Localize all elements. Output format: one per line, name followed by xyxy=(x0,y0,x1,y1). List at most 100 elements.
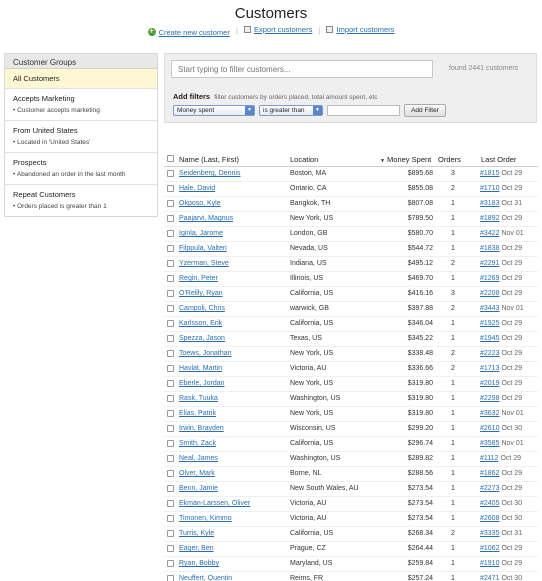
row-checkbox[interactable] xyxy=(167,305,174,312)
column-header-orders[interactable]: Orders xyxy=(438,155,461,164)
row-checkbox[interactable] xyxy=(167,230,174,237)
last-order-link[interactable]: #1862 xyxy=(480,470,499,477)
last-order-link[interactable]: #3183 xyxy=(480,200,499,207)
last-order-link[interactable]: #2273 xyxy=(480,485,499,492)
group-from-united-states[interactable]: From United States Located in 'United St… xyxy=(5,121,157,153)
customer-name-link[interactable]: Toews, Jonathan xyxy=(179,350,232,357)
select-all-checkbox[interactable] xyxy=(167,155,174,162)
group-accepts-marketing[interactable]: Accepts Marketing Customer accepts marke… xyxy=(5,89,157,121)
create-customer-link[interactable]: + Create new customer xyxy=(147,28,230,37)
filter-value-input[interactable] xyxy=(327,105,400,116)
customer-name-link[interactable]: O'Reilly, Ryan xyxy=(179,290,223,297)
customer-name-link[interactable]: Filppula, Valteri xyxy=(179,245,227,252)
last-order-link[interactable]: #2405 xyxy=(480,500,499,507)
row-checkbox[interactable] xyxy=(167,275,174,282)
row-checkbox[interactable] xyxy=(167,185,174,192)
customer-name-link[interactable]: Benn, Jamie xyxy=(179,485,218,492)
row-checkbox[interactable] xyxy=(167,290,174,297)
customer-name-link[interactable]: Irwin, Brayden xyxy=(179,425,224,432)
last-order-link[interactable]: #2019 xyxy=(480,380,499,387)
column-header-name[interactable]: Name (Last, First) xyxy=(179,155,239,164)
last-order-link[interactable]: #1713 xyxy=(480,365,499,372)
last-order-link[interactable]: #1710 xyxy=(480,185,499,192)
add-filter-button[interactable]: Add Filter xyxy=(404,104,446,117)
row-checkbox[interactable] xyxy=(167,470,174,477)
row-checkbox[interactable] xyxy=(167,380,174,387)
customer-name-link[interactable]: Timonen, Kimmo xyxy=(179,515,232,522)
customer-name-link[interactable]: Karlsson, Erik xyxy=(179,320,222,327)
customer-name-link[interactable]: Rask, Tuuka xyxy=(179,395,218,402)
last-order-link[interactable]: #2471 xyxy=(480,575,499,581)
last-order-link[interactable]: #2298 xyxy=(480,395,499,402)
customer-name-link[interactable]: Eager, Ben xyxy=(179,545,214,552)
customer-name-link[interactable]: Iginla, Jarome xyxy=(179,230,223,237)
last-order-link[interactable]: #2610 xyxy=(480,425,499,432)
customer-name-link[interactable]: Olver, Mark xyxy=(179,470,215,477)
last-order-link[interactable]: #3443 xyxy=(480,305,499,312)
customer-name-link[interactable]: Seidenberg, Dennis xyxy=(179,170,241,177)
last-order-link[interactable]: #1910 xyxy=(480,560,499,567)
row-checkbox[interactable] xyxy=(167,530,174,537)
customer-name-link[interactable]: Hale, David xyxy=(179,185,215,192)
last-order-link[interactable]: #2208 xyxy=(480,290,499,297)
last-order-link[interactable]: #3632 xyxy=(480,410,499,417)
last-order-link[interactable]: #3422 xyxy=(480,230,499,237)
row-checkbox[interactable] xyxy=(167,485,174,492)
customer-name-link[interactable]: Spezza, Jason xyxy=(179,335,225,342)
customer-name-link[interactable]: Ekman-Larssen, Oliver xyxy=(179,500,250,507)
last-order-link[interactable]: #2223 xyxy=(480,350,499,357)
last-order-link[interactable]: #3335 xyxy=(480,530,499,537)
customer-name-link[interactable]: Havlat, Martin xyxy=(179,365,222,372)
last-order-link[interactable]: #2291 xyxy=(480,260,499,267)
import-customers-link[interactable]: Import customers xyxy=(326,25,394,34)
filter-operator-select[interactable]: is greater than ▼ xyxy=(259,105,323,116)
row-checkbox[interactable] xyxy=(167,515,174,522)
customer-name-link[interactable]: Regin, Peter xyxy=(179,275,218,282)
row-checkbox[interactable] xyxy=(167,575,174,581)
row-checkbox[interactable] xyxy=(167,425,174,432)
export-customers-link[interactable]: Export customers xyxy=(243,25,312,34)
row-checkbox[interactable] xyxy=(167,245,174,252)
customer-name-link[interactable]: Yzerman, Steve xyxy=(179,260,229,267)
row-checkbox[interactable] xyxy=(167,215,174,222)
row-checkbox[interactable] xyxy=(167,410,174,417)
customer-name-link[interactable]: Campoli, Chris xyxy=(179,305,225,312)
group-prospects[interactable]: Prospects Abandoned an order in the last… xyxy=(5,153,157,185)
row-checkbox[interactable] xyxy=(167,545,174,552)
group-all-customers[interactable]: All Customers xyxy=(5,69,157,89)
filter-field-select[interactable]: Money spent ▼ xyxy=(173,105,255,116)
customer-name-link[interactable]: Eberle, Jordan xyxy=(179,380,225,387)
customer-filter-input[interactable] xyxy=(171,60,433,78)
last-order-link[interactable]: #1269 xyxy=(480,275,499,282)
last-order-link[interactable]: #1892 xyxy=(480,215,499,222)
last-order-link[interactable]: #1838 xyxy=(480,245,499,252)
column-header-last-order[interactable]: Last Order xyxy=(481,155,516,164)
customer-name-link[interactable]: Elias, Patrik xyxy=(179,410,216,417)
row-checkbox[interactable] xyxy=(167,365,174,372)
last-order-link[interactable]: #1062 xyxy=(480,545,499,552)
last-order-link[interactable]: #1112 xyxy=(480,455,498,462)
last-order-link[interactable]: #1925 xyxy=(480,320,499,327)
row-checkbox[interactable] xyxy=(167,500,174,507)
row-checkbox[interactable] xyxy=(167,395,174,402)
row-checkbox[interactable] xyxy=(167,455,174,462)
row-checkbox[interactable] xyxy=(167,320,174,327)
row-checkbox[interactable] xyxy=(167,260,174,267)
customer-name-link[interactable]: Okposo, Kyle xyxy=(179,200,221,207)
row-checkbox[interactable] xyxy=(167,200,174,207)
column-header-money-spent[interactable]: ▼ Money Spent xyxy=(380,155,431,164)
last-order-link[interactable]: #1815 xyxy=(480,170,499,177)
customer-name-link[interactable]: Paajarvi, Magnus xyxy=(179,215,233,222)
row-checkbox[interactable] xyxy=(167,335,174,342)
row-checkbox[interactable] xyxy=(167,440,174,447)
last-order-link[interactable]: #1945 xyxy=(480,335,499,342)
last-order-link[interactable]: #3585 xyxy=(480,440,499,447)
customer-name-link[interactable]: Neal, James xyxy=(179,455,218,462)
customer-name-link[interactable]: Smith, Zack xyxy=(179,440,216,447)
group-repeat-customers[interactable]: Repeat Customers Orders placed is greate… xyxy=(5,185,157,216)
row-checkbox[interactable] xyxy=(167,560,174,567)
customer-name-link[interactable]: Neuffert, Quentin xyxy=(179,575,232,581)
customer-name-link[interactable]: Turris, Kyle xyxy=(179,530,214,537)
customer-name-link[interactable]: Ryan, Bobby xyxy=(179,560,219,567)
last-order-link[interactable]: #2608 xyxy=(480,515,499,522)
